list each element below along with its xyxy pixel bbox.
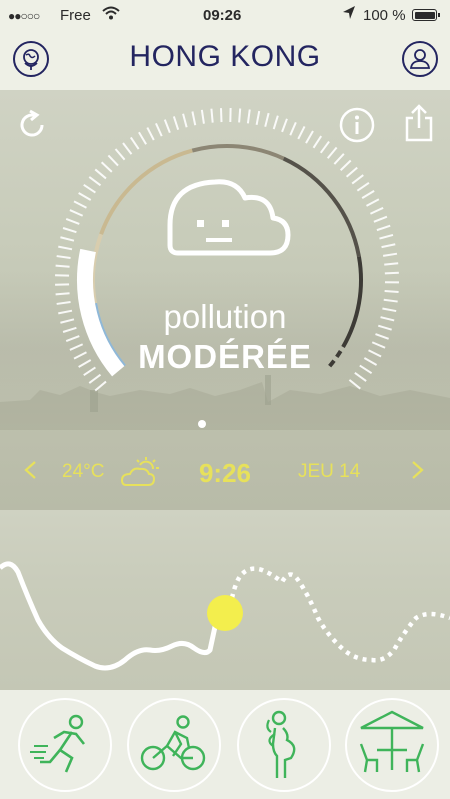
gauge-tick — [264, 112, 270, 127]
gauge-tick — [312, 135, 323, 149]
gauge-tick — [356, 182, 370, 192]
gauge-tick — [297, 126, 306, 140]
gauge-tick — [333, 153, 345, 165]
gauge-tick — [94, 168, 107, 180]
next-day-button[interactable] — [410, 459, 426, 486]
runner-icon — [30, 714, 86, 773]
status-time: 09:26 — [203, 7, 242, 24]
cyclist-icon — [140, 715, 206, 771]
page-indicator-dot[interactable] — [198, 420, 206, 428]
battery-percent: 100 % — [363, 7, 406, 24]
gauge-tick — [339, 159, 352, 171]
carrier-name: Free — [60, 7, 91, 24]
gauge-band — [191, 144, 285, 161]
gauge-tick — [345, 166, 358, 178]
gauge-tick — [94, 380, 107, 392]
gauge-tick — [88, 176, 102, 187]
pollution-hero: pollution MODÉRÉE — [0, 90, 450, 510]
gauge-tick — [381, 243, 396, 249]
gauge-tick — [326, 146, 338, 159]
gauge-tick — [146, 127, 155, 141]
gauge-tick — [114, 148, 126, 161]
gauge-tick — [55, 292, 70, 296]
gauge-tick — [182, 113, 188, 128]
activity-pregnancy-button[interactable] — [237, 698, 331, 792]
battery-icon — [412, 9, 440, 21]
gauge-tick — [384, 290, 399, 293]
pregnant-woman-icon — [266, 710, 296, 778]
gauge-tick — [373, 215, 388, 223]
gauge-tick — [348, 379, 361, 390]
gauge-tick — [384, 262, 399, 266]
gauge-tick — [172, 116, 180, 131]
pollution-level-text: MODÉRÉE — [138, 338, 312, 375]
location-arrow-icon — [342, 5, 356, 25]
gauge-tick — [65, 217, 80, 225]
activity-running-button[interactable] — [18, 698, 112, 792]
activity-bar — [0, 690, 450, 799]
gauge-tick — [122, 142, 133, 155]
gauge-tick — [246, 109, 251, 124]
gauge-tick — [73, 200, 87, 209]
gauge-tick — [83, 183, 96, 194]
gauge-tick — [55, 264, 70, 268]
gauge-tick — [366, 198, 380, 207]
gauge-tick — [376, 224, 391, 232]
gauge-tick — [58, 245, 73, 251]
gauge-tick — [238, 108, 242, 123]
gauge-tick — [382, 252, 398, 257]
gauge-tick — [361, 190, 375, 200]
gauge-tick — [56, 255, 71, 260]
city-title: HONG KONG — [129, 40, 321, 73]
selected-day: JEU 14 — [298, 461, 361, 482]
gauge-band — [91, 233, 103, 304]
gauge-tick — [60, 236, 75, 242]
pollution-label: pollution — [163, 298, 287, 335]
gauge-tick — [62, 227, 77, 234]
gauge-tick — [155, 122, 163, 137]
gauge-tick — [138, 131, 147, 145]
gauge-tick — [255, 110, 261, 125]
neutral-cloud-face-icon — [167, 179, 291, 256]
gauge-tick — [384, 271, 399, 275]
nav-bar: HONG KONG — [0, 32, 450, 90]
status-bar: ●●○○○ Free 09:26 100 % — [0, 0, 450, 32]
current-time-marker[interactable] — [207, 595, 243, 631]
gauge-tick — [351, 174, 364, 185]
gauge-tick — [200, 109, 205, 124]
gauge-tick — [163, 119, 171, 134]
gauge-tick — [281, 118, 288, 133]
wifi-icon — [102, 5, 120, 25]
user-profile-icon[interactable] — [402, 41, 438, 77]
gauge-tick — [69, 209, 84, 217]
gauge-tick — [272, 115, 279, 130]
gauge-tick — [305, 130, 314, 144]
gauge-tick — [379, 233, 394, 240]
gauge-tick — [78, 192, 92, 201]
activity-terrace-button[interactable] — [345, 698, 439, 792]
forecast-pollution-line — [229, 566, 450, 663]
gauge-tick — [129, 136, 140, 150]
gauge-tick — [210, 108, 214, 123]
gauge-tick — [370, 206, 384, 215]
gauge-tick — [289, 121, 297, 136]
signal-strength: ●●○○○ — [8, 9, 40, 23]
gauge-band — [282, 156, 361, 258]
pollution-timeline-graph[interactable] — [0, 510, 450, 690]
gauge-tick — [319, 140, 330, 154]
gauge-tick — [107, 154, 119, 167]
past-pollution-line — [0, 561, 219, 671]
activity-cycling-button[interactable] — [127, 698, 221, 792]
gauge-tick — [191, 111, 197, 126]
gauge-tick — [100, 161, 113, 173]
selected-time: 9:26 — [198, 458, 252, 488]
weather-row: 24°C 9:26 JEU 14 — [0, 455, 450, 489]
terrace-table-icon — [359, 710, 425, 773]
